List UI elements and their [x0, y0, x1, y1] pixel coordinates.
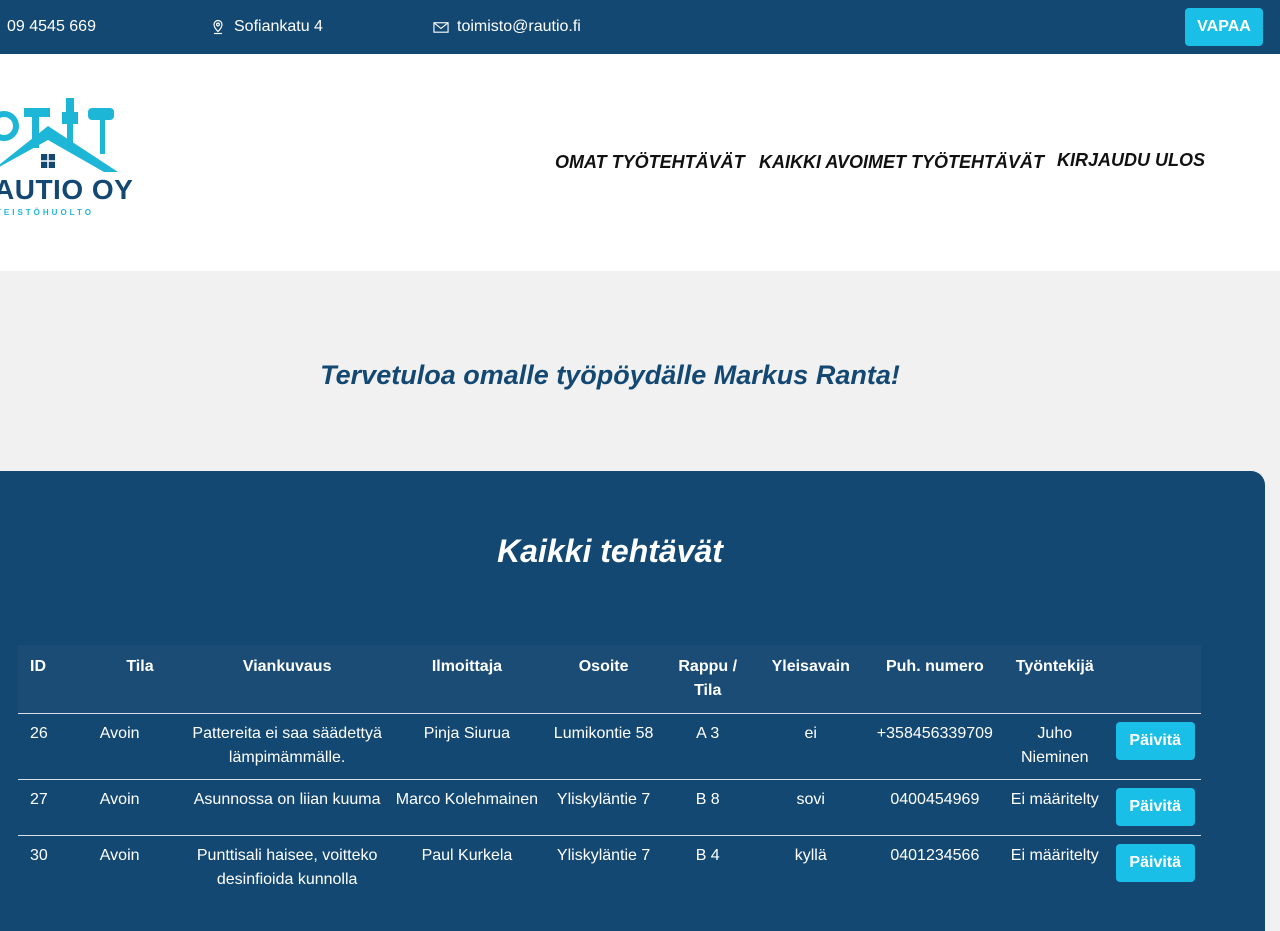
nav-omat-tyotehtavat[interactable]: OMAT TYÖTEHTÄVÄT	[555, 152, 745, 173]
table-row: 30 Avoin Punttisali haisee, voitteko des…	[18, 835, 1201, 902]
col-header-rappu-tila: Rappu / Tila	[663, 645, 752, 714]
cell-viankuvaus: Pattereita ei saa säädettyä lämpimämmäll…	[192, 725, 382, 766]
cell-tila: Avoin	[99, 847, 140, 864]
cell-osoite: Yliskyläntie 7	[556, 791, 651, 808]
cell-tyontekija: Ei määritelty	[1010, 847, 1099, 864]
cell-rappu: B 8	[695, 791, 720, 808]
status-vapaa-button[interactable]: VAPAA	[1185, 8, 1263, 46]
col-header-osoite: Osoite	[543, 645, 664, 714]
table-header-row: ID Tila Viankuvaus Ilmoittaja Osoite Rap…	[18, 645, 1201, 714]
col-header-tyontekija: Työntekijä	[1000, 645, 1110, 714]
cell-id: 27	[30, 791, 48, 808]
cell-osoite: Yliskyläntie 7	[556, 847, 651, 864]
cell-tyontekija: Juho Nieminen	[1020, 725, 1089, 766]
tasks-table: ID Tila Viankuvaus Ilmoittaja Osoite Rap…	[18, 645, 1201, 901]
address: Sofiankatu 4	[210, 0, 323, 54]
cell-tila: Avoin	[99, 791, 140, 808]
cell-ilmoittaja: Paul Kurkela	[421, 847, 513, 864]
cell-viankuvaus: Asunnossa on liian kuuma	[193, 791, 381, 808]
table-row: 26 Avoin Pattereita ei saa säädettyä läm…	[18, 713, 1201, 780]
envelope-icon	[433, 19, 449, 35]
col-header-tila: Tila	[95, 645, 185, 714]
cell-actions: Päivitä	[1109, 714, 1201, 780]
cell-id: 26	[30, 725, 48, 742]
cell-rappu: B 4	[695, 847, 720, 864]
phone-number[interactable]: 09 4545 669	[7, 0, 96, 54]
cell-actions: Päivitä	[1109, 780, 1201, 836]
cell-ilmoittaja: Marco Kolehmainen	[395, 791, 539, 808]
cell-ilmoittaja: Pinja Siurua	[423, 725, 511, 742]
email-text: toimisto@rautio.fi	[457, 18, 581, 35]
address-text: Sofiankatu 4	[234, 18, 323, 35]
nav-kirjaudu-ulos[interactable]: KIRJAUDU ULOS	[1057, 150, 1205, 171]
location-pin-icon	[210, 19, 226, 35]
col-header-yleisavain: Yleisavain	[751, 645, 870, 714]
cell-yleisavain: sovi	[796, 791, 825, 808]
email[interactable]: toimisto@rautio.fi	[433, 0, 581, 54]
cell-tila: Avoin	[99, 725, 140, 742]
cell-yleisavain: ei	[804, 725, 817, 742]
logo-text: AUTIO OY	[0, 174, 134, 205]
site-header: AUTIO OY TEISTÖHUOLTO OMAT TYÖTEHTÄVÄT K…	[0, 54, 1280, 271]
table-row: 27 Avoin Asunnossa on liian kuuma Marco …	[18, 779, 1201, 836]
cell-tyontekija: Ei määritelty	[1010, 791, 1099, 808]
cell-puh: 0400454969	[890, 791, 980, 808]
company-logo[interactable]: AUTIO OY TEISTÖHUOLTO	[0, 54, 140, 271]
col-header-puh-numero: Puh. numero	[869, 645, 1001, 714]
update-button[interactable]: Päivitä	[1115, 722, 1195, 760]
col-header-ilmoittaja: Ilmoittaja	[390, 645, 544, 714]
cell-rappu: A 3	[696, 725, 720, 742]
cell-actions: Päivitä	[1109, 836, 1201, 902]
update-button[interactable]: Päivitä	[1115, 788, 1195, 826]
welcome-heading: Tervetuloa omalle työpöydälle Markus Ran…	[320, 360, 900, 390]
house-tools-logo-icon	[0, 98, 118, 172]
tasks-panel: Kaikki tehtävät ID Tila Viankuvaus Ilmoi…	[0, 471, 1265, 931]
nav-kaikki-avoimet-tyotehtavat[interactable]: KAIKKI AVOIMET TYÖTEHTÄVÄT	[759, 152, 1044, 173]
update-button[interactable]: Päivitä	[1115, 844, 1195, 882]
cell-id: 30	[30, 847, 48, 864]
col-header-viankuvaus: Viankuvaus	[184, 645, 391, 714]
tasks-title: Kaikki tehtävät	[497, 533, 723, 569]
cell-puh: 0401234566	[890, 847, 980, 864]
col-header-id: ID	[18, 645, 96, 714]
top-bar: 09 4545 669 Sofiankatu 4 toimisto@rautio…	[0, 0, 1280, 54]
cell-viankuvaus: Punttisali haisee, voitteko desinfioida …	[196, 847, 378, 888]
logo-subtitle: TEISTÖHUOLTO	[0, 208, 94, 217]
cell-puh: +358456339709	[876, 725, 993, 742]
col-header-actions	[1109, 645, 1201, 714]
cell-osoite: Lumikontie 58	[553, 725, 654, 742]
cell-yleisavain: kyllä	[794, 847, 827, 864]
